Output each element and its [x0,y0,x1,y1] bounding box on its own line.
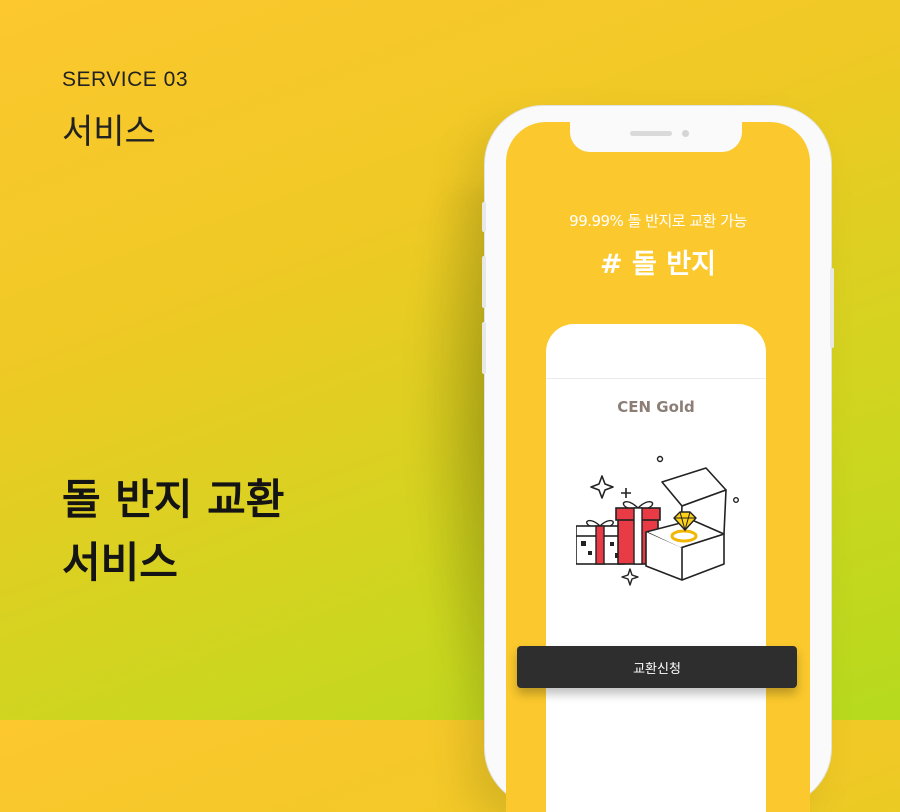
brand-name: CEN Gold [617,398,695,416]
exchange-request-button[interactable]: 교환신청 [517,646,797,688]
speaker-icon [630,131,672,136]
headline-line-2: 서비스 [62,538,178,587]
phone-side-button [482,202,486,232]
phone-notch [570,122,742,152]
tagline: 99.99% 돌 반지로 교환 가능 [569,212,747,230]
page-headline: 돌 반지 교환 서비스 [62,468,284,594]
card-header-band [546,324,766,379]
hashtag-title: # 돌 반지 [600,249,716,280]
phone-power-button [830,268,834,348]
headline-line-1: 돌 반지 교환 [62,475,285,524]
service-title: 서비스 [62,112,156,152]
phone-mockup: 99.99% 돌 반지로 교환 가능 # 돌 반지 CEN Gold [482,106,834,812]
service-header: SERVICE 03 서비스 [62,68,188,153]
gift-ring-box-icon [576,455,739,586]
phone-side-button [482,322,486,374]
phone-side-button [482,256,486,308]
camera-icon [682,130,689,137]
service-number: SERVICE 03 [62,68,189,91]
product-card: CEN Gold [546,324,766,812]
phone-screen: 99.99% 돌 반지로 교환 가능 # 돌 반지 CEN Gold [506,122,810,812]
